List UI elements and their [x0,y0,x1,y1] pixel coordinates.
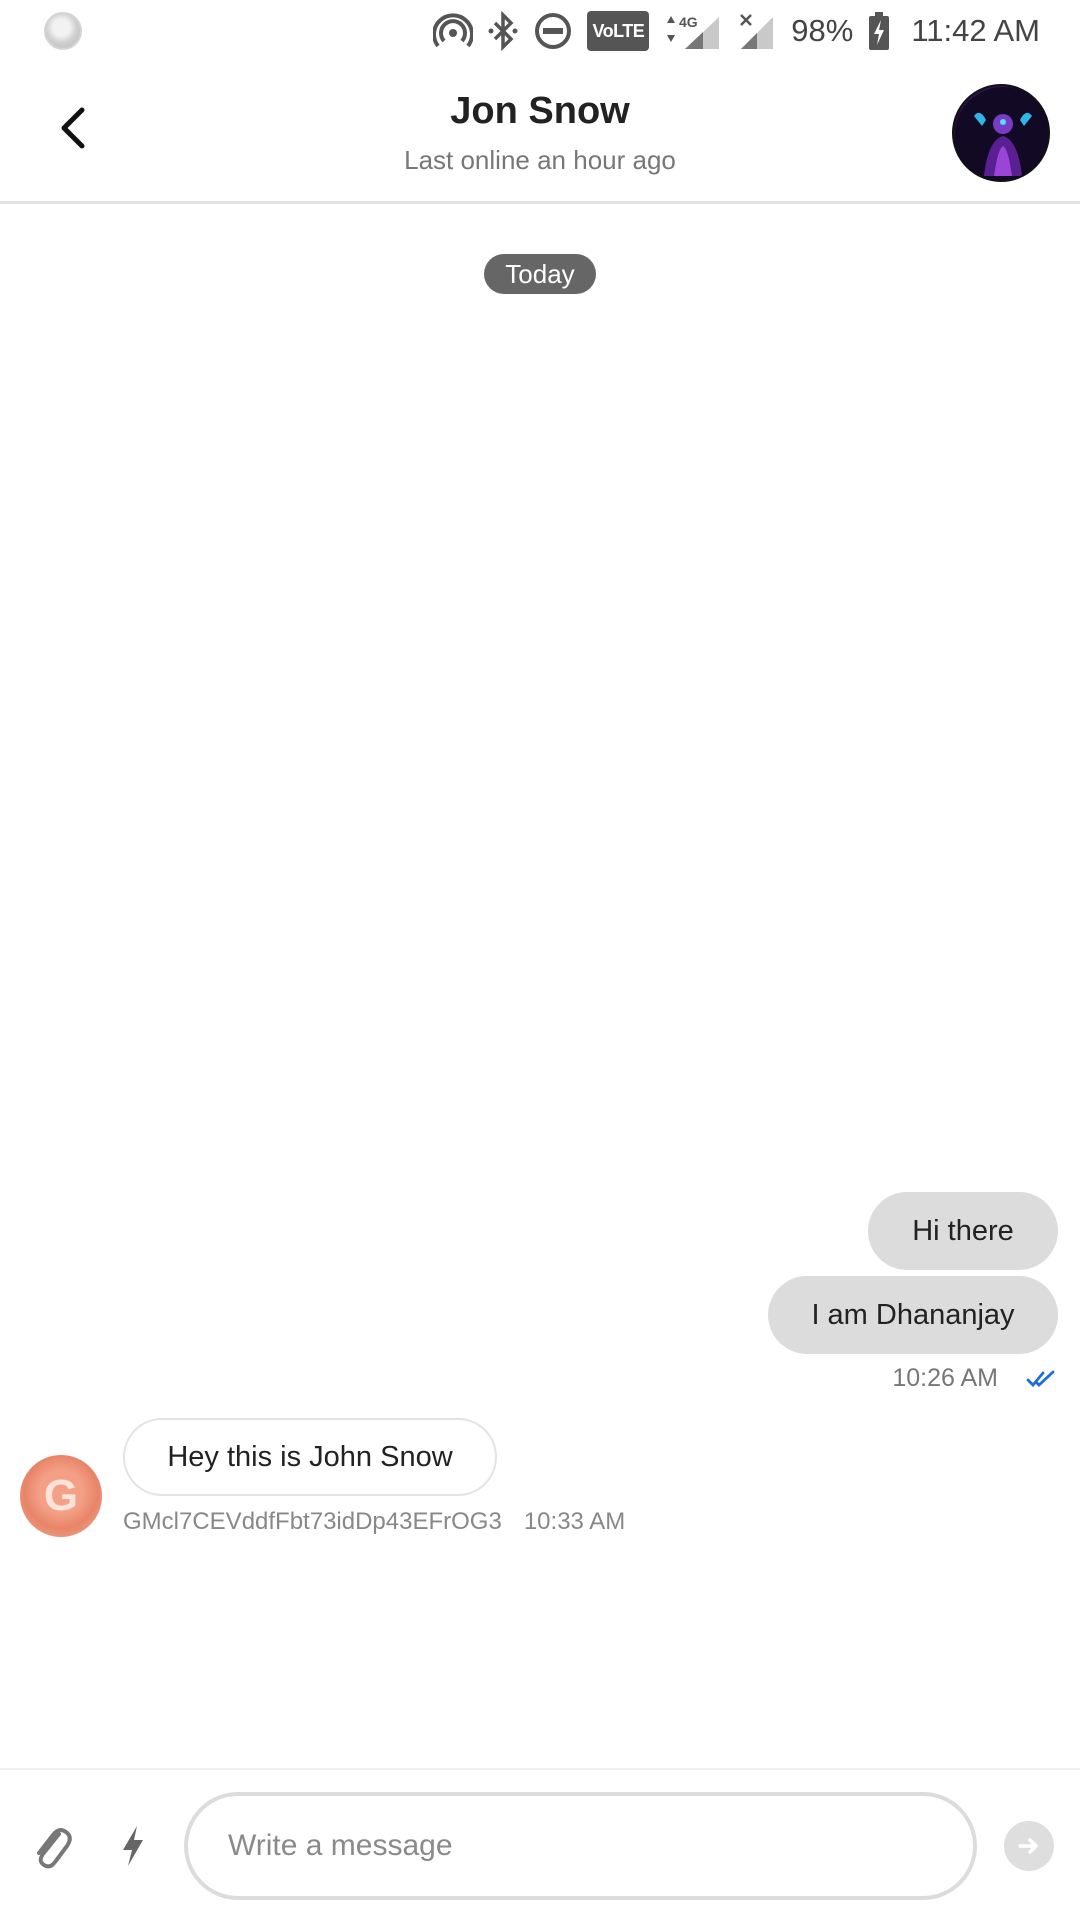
outgoing-message-bubble[interactable]: Hi there [868,1192,1058,1270]
lightning-icon [123,1826,143,1866]
sender-id: GMcl7CEVddfFbt73idDp43EFrOG3 [123,1508,502,1535]
attach-button[interactable] [26,1818,76,1874]
incoming-message-meta: GMcl7CEVddfFbt73idDp43EFrOG3 10:33 AM [123,1508,625,1536]
message-time: 10:33 AM [523,1508,626,1535]
battery-charging-icon [867,11,891,51]
paperclip-icon [37,1828,72,1869]
avatar-letter: G [43,1471,79,1520]
chat-screen: VoLTE 4G 98% 11:42 AM Jon Snow Last onli… [0,0,1080,1920]
clock: 11:42 AM [911,13,1040,48]
sync-indicator-icon [44,12,82,50]
bluetooth-icon [487,11,519,51]
signal-icon: 4G [663,11,723,51]
status-bar: VoLTE 4G 98% 11:42 AM [0,0,1080,62]
contact-avatar[interactable] [952,84,1050,182]
arrow-right-icon [1018,1838,1038,1854]
hotspot-icon [433,11,474,51]
send-button[interactable] [1004,1821,1054,1871]
battery-percent: 98% [791,13,854,48]
volte-icon: VoLTE [587,11,650,51]
double-check-read-icon [1026,1370,1055,1387]
chat-header: Jon Snow Last online an hour ago [0,62,1080,204]
signal-no-service-icon [737,11,777,51]
message-time: 10:26 AM [892,1364,998,1392]
svg-text:4G: 4G [679,14,698,30]
date-separator: Today [484,254,596,294]
incoming-message-bubble[interactable]: Hey this is John Snow [123,1418,497,1496]
status-bar-right: VoLTE 4G 98% 11:42 AM [433,11,1040,51]
message-composer [0,1768,1080,1920]
dnd-icon [533,11,573,51]
contact-name: Jon Snow [450,90,630,132]
sender-avatar[interactable]: G [20,1455,102,1537]
message-input[interactable] [184,1792,977,1900]
outgoing-message-meta: 10:26 AM [892,1364,1056,1393]
outgoing-message-bubble[interactable]: I am Dhananjay [768,1276,1058,1354]
quick-reply-button[interactable] [110,1818,156,1874]
avatar-image [955,87,1048,180]
status-bar-left [44,12,82,50]
contact-info[interactable]: Jon Snow Last online an hour ago [0,90,1080,176]
contact-status: Last online an hour ago [404,145,676,175]
